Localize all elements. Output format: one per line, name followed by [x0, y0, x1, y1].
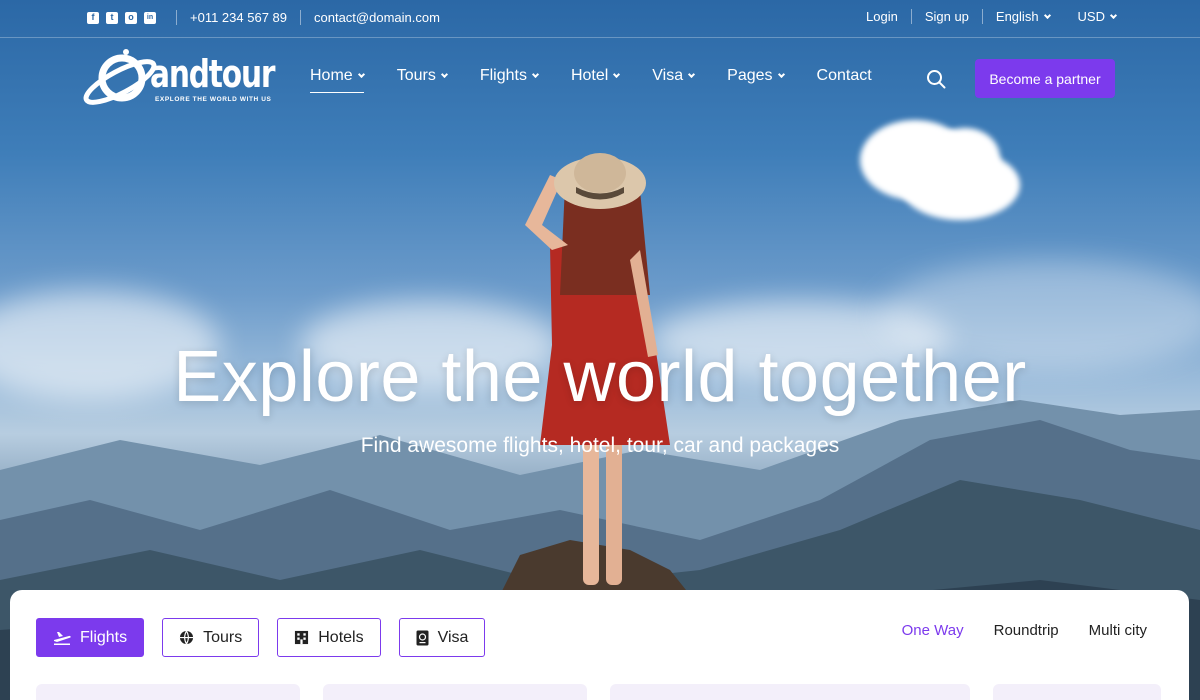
logo-tagline: EXPLORE THE WORLD WITH US [155, 96, 272, 103]
search-tabs: Flights Tours Hotels Visa [36, 618, 503, 657]
chevron-down-icon [777, 70, 785, 79]
nav-item-tours[interactable]: Tours [396, 66, 448, 86]
search-panel: Flights Tours Hotels Visa One Way Roundt… [10, 590, 1189, 700]
chevron-down-icon [1043, 11, 1051, 19]
trip-option-one-way[interactable]: One Way [902, 622, 964, 639]
top-bar: f t o in +011 234 567 89 contact@domain.… [0, 0, 1200, 38]
divider [981, 9, 983, 24]
nav-label: Flights [479, 67, 527, 84]
nav-label: Tours [396, 67, 436, 84]
twitter-icon[interactable]: t [106, 11, 118, 24]
hotel-icon [294, 630, 309, 645]
tab-label: Tours [203, 628, 243, 646]
tab-label: Hotels [318, 628, 364, 646]
nav-item-pages[interactable]: Pages [727, 66, 785, 86]
login-link[interactable]: Login [866, 9, 898, 24]
tab-tours[interactable]: Tours [162, 618, 260, 657]
become-partner-button[interactable]: Become a partner [975, 59, 1115, 98]
brand-logo[interactable]: andtour EXPLORE THE WORLD WITH US [82, 48, 276, 112]
trip-type-selector: One Way Roundtrip Multi city [872, 622, 1147, 639]
main-nav: Home Tours Flights Hotel Visa Pages Cont… [310, 66, 905, 93]
language-label: English [995, 9, 1039, 24]
currency-selector[interactable]: USD [1077, 9, 1118, 24]
email-address[interactable]: contact@domain.com [314, 10, 440, 25]
tab-visa[interactable]: Visa [398, 618, 486, 657]
facebook-icon[interactable]: f [87, 11, 99, 24]
phone-number[interactable]: +011 234 567 89 [190, 10, 287, 25]
trip-option-multi-city[interactable]: Multi city [1089, 622, 1147, 639]
nav-label: Home [310, 67, 353, 84]
search-field-passengers[interactable] [993, 684, 1161, 700]
chevron-down-icon [688, 70, 696, 79]
chevron-down-icon [1109, 11, 1118, 19]
nav-label: Hotel [570, 67, 609, 84]
tab-label: Flights [80, 628, 128, 646]
nav-item-hotel[interactable]: Hotel [570, 66, 621, 86]
chevron-down-icon [357, 70, 365, 79]
nav-item-home[interactable]: Home [310, 66, 365, 93]
chevron-down-icon [613, 70, 621, 79]
search-field-date[interactable] [610, 684, 970, 700]
divider [300, 10, 301, 25]
nav-item-flights[interactable]: Flights [479, 66, 539, 86]
plane-icon [53, 631, 71, 645]
nav-item-visa[interactable]: Visa [652, 66, 696, 86]
signup-link[interactable]: Sign up [925, 9, 969, 24]
tab-hotels[interactable]: Hotels [277, 618, 381, 657]
divider [910, 9, 912, 24]
logo-wordmark: andtour [150, 52, 276, 96]
trip-option-roundtrip[interactable]: Roundtrip [994, 622, 1059, 639]
tab-flights[interactable]: Flights [36, 618, 145, 657]
chevron-down-icon [440, 70, 448, 79]
linkedin-icon[interactable]: in [144, 11, 156, 24]
chevron-down-icon [531, 70, 539, 79]
currency-label: USD [1077, 9, 1105, 24]
search-icon[interactable] [926, 69, 946, 89]
search-field-to[interactable] [323, 684, 587, 700]
nav-item-contact[interactable]: Contact [817, 66, 872, 86]
tab-label: Visa [437, 628, 469, 646]
search-field-from[interactable] [36, 684, 300, 700]
nav-label: Visa [652, 67, 684, 84]
instagram-icon[interactable]: o [125, 11, 137, 24]
hero-title: Explore the world together [173, 337, 1027, 417]
nav-label: Contact [816, 67, 872, 84]
hero-subtitle: Find awesome flights, hotel, tour, car a… [360, 434, 840, 457]
divider [176, 10, 177, 25]
passport-icon [416, 630, 429, 646]
globe-icon [179, 630, 194, 645]
nav-label: Pages [727, 67, 773, 84]
language-selector[interactable]: English [995, 9, 1051, 24]
